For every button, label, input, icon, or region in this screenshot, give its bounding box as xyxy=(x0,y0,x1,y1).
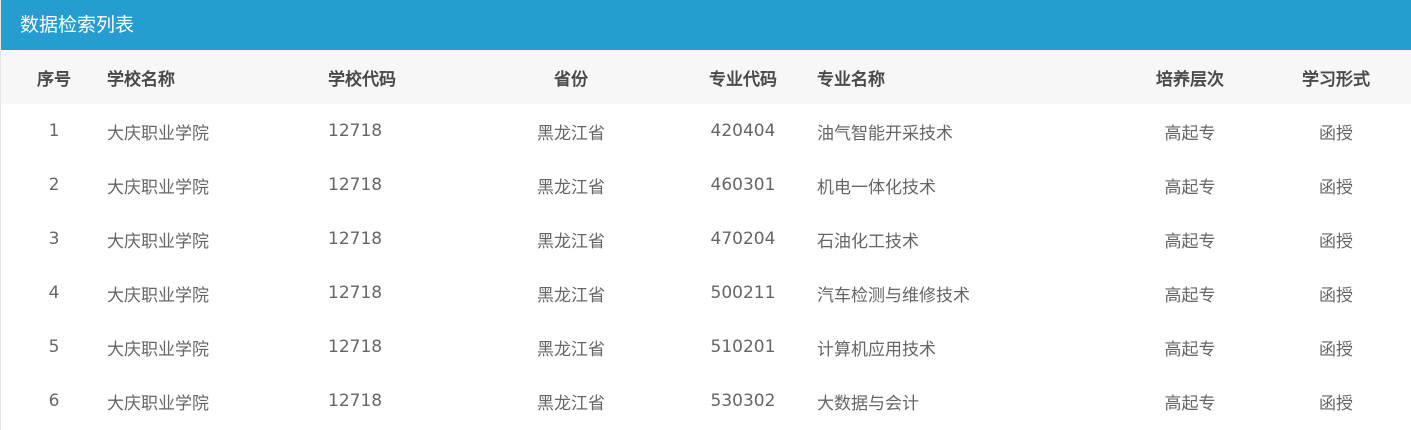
table-row: 4 大庆职业学院 12718 黑龙江省 500211 汽车检测与维修技术 高起专… xyxy=(1,266,1411,320)
cell-school-name: 大庆职业学院 xyxy=(107,123,209,144)
column-header-school-code: 学校代码 xyxy=(328,69,396,90)
column-header-index: 序号 xyxy=(37,69,71,90)
cell-study-form: 函授 xyxy=(1319,177,1353,198)
data-search-panel: 数据检索列表 序号 学校名称 学校代码 省份 专业代码 专业名称 培养层次 学习… xyxy=(0,0,1411,430)
results-table: 序号 学校名称 学校代码 省份 专业代码 专业名称 培养层次 学习形式 1 大庆… xyxy=(1,50,1411,428)
cell-study-form: 函授 xyxy=(1319,339,1353,360)
cell-major-name: 石油化工技术 xyxy=(817,231,919,252)
cell-index: 6 xyxy=(48,391,60,411)
cell-school-name: 大庆职业学院 xyxy=(107,177,209,198)
cell-level: 高起专 xyxy=(1164,285,1216,306)
cell-school-code: 12718 xyxy=(328,175,383,195)
table-header-row: 序号 学校名称 学校代码 省份 专业代码 专业名称 培养层次 学习形式 xyxy=(1,50,1411,104)
cell-level: 高起专 xyxy=(1164,123,1216,144)
column-header-level: 培养层次 xyxy=(1156,69,1224,90)
cell-study-form: 函授 xyxy=(1319,231,1353,252)
cell-index: 1 xyxy=(48,121,60,141)
cell-school-code: 12718 xyxy=(328,337,383,357)
cell-study-form: 函授 xyxy=(1319,123,1353,144)
cell-major-code: 420404 xyxy=(710,121,776,141)
column-header-major-code: 专业代码 xyxy=(709,69,777,90)
cell-major-name: 油气智能开采技术 xyxy=(817,123,953,144)
cell-school-name: 大庆职业学院 xyxy=(107,393,209,414)
cell-index: 4 xyxy=(48,283,60,303)
table-row: 3 大庆职业学院 12718 黑龙江省 470204 石油化工技术 高起专 函授 xyxy=(1,212,1411,266)
cell-level: 高起专 xyxy=(1164,393,1216,414)
cell-school-name: 大庆职业学院 xyxy=(107,339,209,360)
cell-index: 5 xyxy=(48,337,60,357)
table-row: 5 大庆职业学院 12718 黑龙江省 510201 计算机应用技术 高起专 函… xyxy=(1,320,1411,374)
table-row: 1 大庆职业学院 12718 黑龙江省 420404 油气智能开采技术 高起专 … xyxy=(1,104,1411,158)
cell-major-name: 机电一体化技术 xyxy=(817,177,936,198)
cell-province: 黑龙江省 xyxy=(537,393,605,414)
cell-major-code: 530302 xyxy=(710,391,776,411)
column-header-province: 省份 xyxy=(554,69,588,90)
cell-province: 黑龙江省 xyxy=(537,123,605,144)
cell-index: 2 xyxy=(48,175,60,195)
cell-school-code: 12718 xyxy=(328,283,383,303)
cell-school-code: 12718 xyxy=(328,391,383,411)
cell-province: 黑龙江省 xyxy=(537,285,605,306)
cell-level: 高起专 xyxy=(1164,339,1216,360)
cell-study-form: 函授 xyxy=(1319,393,1353,414)
cell-study-form: 函授 xyxy=(1319,285,1353,306)
panel-title: 数据检索列表 xyxy=(1,0,1411,50)
cell-province: 黑龙江省 xyxy=(537,339,605,360)
cell-level: 高起专 xyxy=(1164,231,1216,252)
cell-school-code: 12718 xyxy=(328,229,383,249)
cell-major-name: 大数据与会计 xyxy=(817,393,919,414)
table-row: 2 大庆职业学院 12718 黑龙江省 460301 机电一体化技术 高起专 函… xyxy=(1,158,1411,212)
cell-major-code: 460301 xyxy=(710,175,776,195)
cell-province: 黑龙江省 xyxy=(537,177,605,198)
cell-major-code: 500211 xyxy=(710,283,776,303)
cell-major-name: 汽车检测与维修技术 xyxy=(817,285,970,306)
cell-province: 黑龙江省 xyxy=(537,231,605,252)
cell-level: 高起专 xyxy=(1164,177,1216,198)
column-header-study-form: 学习形式 xyxy=(1302,69,1370,90)
cell-index: 3 xyxy=(48,229,60,249)
cell-major-code: 470204 xyxy=(710,229,776,249)
cell-major-code: 510201 xyxy=(710,337,776,357)
cell-school-name: 大庆职业学院 xyxy=(107,231,209,252)
column-header-major-name: 专业名称 xyxy=(817,69,885,90)
cell-school-name: 大庆职业学院 xyxy=(107,285,209,306)
cell-major-name: 计算机应用技术 xyxy=(817,339,936,360)
cell-school-code: 12718 xyxy=(328,121,383,141)
column-header-school-name: 学校名称 xyxy=(107,69,175,90)
table-row: 6 大庆职业学院 12718 黑龙江省 530302 大数据与会计 高起专 函授 xyxy=(1,374,1411,428)
